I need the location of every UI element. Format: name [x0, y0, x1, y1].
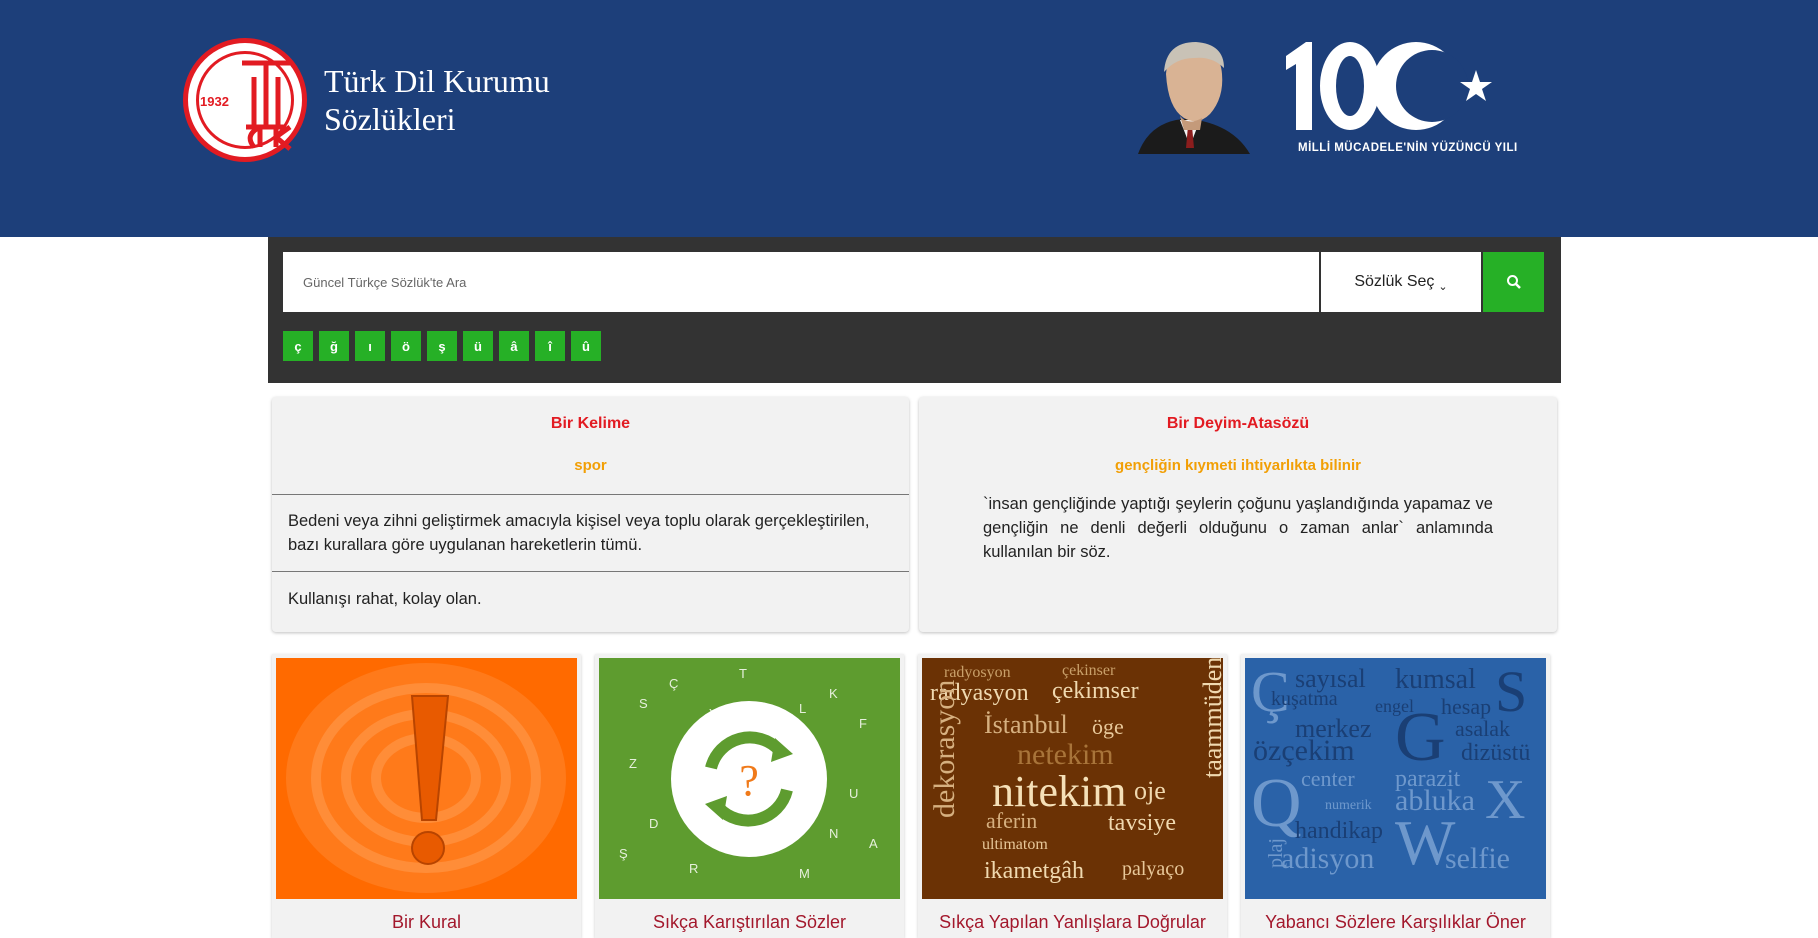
svg-text:?: ?	[739, 756, 759, 805]
svg-text:M: M	[799, 866, 810, 881]
tdk-logo[interactable]: 1932	[183, 38, 307, 162]
svg-text:A: A	[869, 836, 878, 851]
tile-suggest-equivalents-image: Ç sayısal kumsal S kuşatma engel hesap m…	[1245, 658, 1546, 899]
svg-text:N: N	[829, 826, 838, 841]
logo-year: 1932	[200, 94, 229, 109]
word-card-word[interactable]: spor	[272, 457, 909, 474]
svg-text:Ç: Ç	[669, 676, 678, 691]
tile-rule-label: Bir Kural	[391, 912, 462, 932]
char-button-a-circumflex[interactable]: â	[499, 331, 529, 361]
tdk-monogram-icon	[242, 60, 292, 151]
idiom-card-heading: Bir Deyim-Atasözü	[1166, 415, 1310, 432]
svg-text:K: K	[829, 686, 838, 701]
svg-text:U: U	[849, 786, 858, 801]
word-meaning-2: Kullanışı rahat, kolay olan.	[272, 571, 909, 627]
char-button-dotless-i[interactable]: ı	[355, 331, 385, 361]
search-panel: Sözlük Seç ⌄ ç ğ ı ö ş ü â î û	[268, 237, 1561, 383]
tile-common-mistakes-label: Sıkça Yapılan Yanlışlara Doğrular	[939, 912, 1206, 932]
dictionary-select[interactable]: Sözlük Seç ⌄	[1321, 252, 1481, 312]
word-of-day-card: Bir Kelime spor Bedeni veya zihni gelişt…	[272, 397, 909, 632]
tile-rule[interactable]: Bir Kural	[272, 654, 581, 938]
word-card-heading: Bir Kelime	[550, 415, 631, 432]
tile-confused-words[interactable]: SÇKF ZDUA RMTŞ YLEN ? Sıkça Karıştırılan…	[595, 654, 904, 938]
word-meaning-1: Bedeni veya zihni geliştirmek amacıyla k…	[272, 494, 909, 571]
centennial-100-logo	[1286, 42, 1492, 130]
svg-text:S: S	[639, 696, 648, 711]
tile-common-mistakes[interactable]: radyosyon çekinser radyasyon çekimser İs…	[918, 654, 1227, 938]
site-header: 1932 Türk Dil Kurumu Sözlükleri MİLLİ MÜ…	[0, 0, 1818, 237]
tile-suggest-equivalents-label: Yabancı Sözlere Karşılıklar Öner	[1265, 912, 1526, 932]
question-cycle-icon: SÇKF ZDUA RMTŞ YLEN ?	[619, 666, 878, 881]
search-icon	[1506, 275, 1521, 289]
tile-confused-words-image: SÇKF ZDUA RMTŞ YLEN ?	[599, 658, 900, 899]
caret-down-icon: ⌄	[1438, 280, 1448, 293]
char-button-o-umlaut[interactable]: ö	[391, 331, 421, 361]
tile-common-mistakes-image: radyosyon çekinser radyasyon çekimser İs…	[922, 658, 1223, 899]
idiom-card-phrase[interactable]: gençliğin kıymeti ihtiyarlıkta bilinir	[919, 457, 1557, 474]
char-button-i-circumflex[interactable]: î	[535, 331, 565, 361]
idiom-of-day-card: Bir Deyim-Atasözü gençliğin kıymeti ihti…	[919, 397, 1557, 632]
special-char-bar: ç ğ ı ö ş ü â î û	[283, 331, 601, 361]
search-button[interactable]	[1483, 252, 1544, 312]
svg-text:D: D	[649, 816, 658, 831]
svg-text:R: R	[689, 861, 698, 876]
tile-confused-words-label: Sıkça Karıştırılan Sözler	[652, 912, 847, 932]
search-input[interactable]	[283, 252, 1320, 312]
dictionary-select-label: Sözlük Seç	[1354, 273, 1435, 290]
ataturk-portrait	[1138, 42, 1250, 154]
tile-suggest-equivalents[interactable]: Ç sayısal kumsal S kuşatma engel hesap m…	[1241, 654, 1550, 938]
tile-rule-image	[276, 658, 577, 899]
svg-text:Ş: Ş	[619, 846, 628, 861]
centennial-caption: MİLLİ MÜCADELE'NİN YÜZÜNCÜ YILI	[1298, 142, 1518, 154]
char-button-u-circumflex[interactable]: û	[571, 331, 601, 361]
svg-text:L: L	[799, 701, 806, 716]
idiom-meaning: `insan gençliğinde yaptığı şeylerin çoğu…	[983, 495, 1493, 561]
svg-text:T: T	[739, 666, 747, 681]
char-button-c-cedilla[interactable]: ç	[283, 331, 313, 361]
svg-text:F: F	[859, 716, 867, 731]
char-button-s-cedilla[interactable]: ş	[427, 331, 457, 361]
brand-title[interactable]: Türk Dil Kurumu Sözlükleri	[324, 62, 550, 138]
char-button-u-umlaut[interactable]: ü	[463, 331, 493, 361]
char-button-g-breve[interactable]: ğ	[319, 331, 349, 361]
exclamation-icon	[286, 663, 566, 893]
svg-text:Z: Z	[629, 756, 637, 771]
